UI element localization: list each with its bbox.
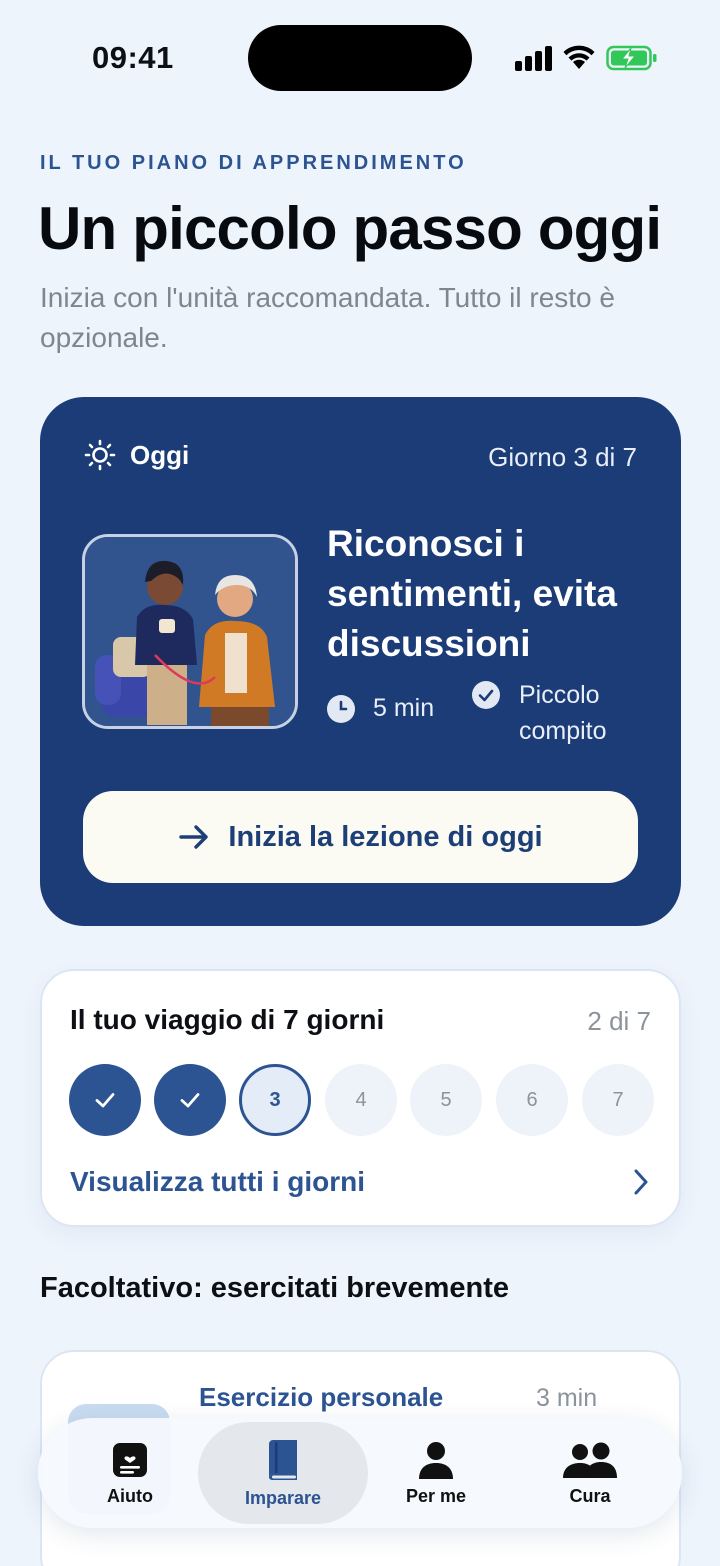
lesson-illustration: [82, 534, 298, 729]
day-2-done[interactable]: [154, 1064, 226, 1136]
tab-label: Cura: [569, 1485, 611, 1506]
journey-card: Il tuo viaggio di 7 giorni 2 di 7 3 4 5 …: [40, 969, 681, 1227]
page-subtitle: Inizia con l'unità raccomandata. Tutto i…: [40, 282, 615, 353]
sun-icon: [84, 439, 116, 471]
help-card-icon: [113, 1442, 147, 1477]
practice-title: Esercizio personale: [199, 1382, 444, 1412]
clock-icon: [327, 694, 355, 723]
lesson-title: Riconosci i sentimenti, evita discussion…: [327, 523, 617, 664]
view-all-days-link[interactable]: Visualizza tutti i giorni: [70, 1166, 365, 1198]
optional-section-title: Facoltativo: esercitati brevemente: [40, 1272, 510, 1304]
people-icon: [563, 1442, 617, 1478]
battery-charging-icon: [606, 45, 657, 71]
today-header: Oggi: [84, 439, 189, 471]
day-3-current[interactable]: 3: [239, 1064, 311, 1136]
arrow-right-icon: [179, 825, 209, 849]
cellular-signal-icon: [515, 44, 553, 71]
lesson-duration: 5 min: [327, 694, 434, 723]
dynamic-island: [248, 25, 472, 91]
wifi-icon: [563, 45, 595, 69]
start-lesson-button[interactable]: Inizia la lezione di oggi: [83, 791, 638, 883]
tab-per-me[interactable]: Per me: [374, 1418, 498, 1528]
tab-aiuto[interactable]: Aiuto: [68, 1418, 192, 1528]
task-label: Piccolo compito: [519, 681, 607, 745]
check-circle-icon: [472, 681, 500, 709]
tab-bar: Aiuto Imparare Per me Cura: [38, 1418, 682, 1528]
duration-label: 5 min: [373, 694, 435, 722]
book-icon: [269, 1439, 297, 1480]
status-time: 09:41: [92, 40, 174, 75]
start-lesson-label: Inizia la lezione di oggi: [228, 820, 543, 853]
check-icon: [180, 1093, 200, 1108]
day-7[interactable]: 7: [582, 1064, 654, 1136]
day-1-done[interactable]: [69, 1064, 141, 1136]
day-6[interactable]: 6: [496, 1064, 568, 1136]
journey-progress-count: 2 di 7: [587, 1006, 651, 1036]
page-title: Un piccolo passo oggi: [38, 195, 662, 262]
tab-imparare[interactable]: Imparare: [221, 1418, 345, 1528]
journey-title: Il tuo viaggio di 7 giorni: [70, 1004, 385, 1035]
lesson-task: Piccolo compito: [472, 677, 629, 749]
check-icon: [95, 1093, 115, 1108]
today-label: Oggi: [130, 439, 190, 470]
section-overline: IL TUO PIANO DI APPRENDIMENTO: [40, 152, 467, 174]
person-icon: [419, 1441, 453, 1479]
journey-days: 3 4 5 6 7: [69, 1064, 659, 1138]
day-4[interactable]: 4: [325, 1064, 397, 1136]
status-bar: 09:41: [0, 0, 720, 116]
today-lesson-card[interactable]: Oggi Giorno 3 di 7 Riconosci i sentiment…: [40, 397, 681, 926]
chevron-right-icon[interactable]: [631, 1167, 651, 1197]
tab-label: Per me: [405, 1485, 467, 1506]
tab-label: Imparare: [244, 1487, 322, 1508]
day-5[interactable]: 5: [410, 1064, 482, 1136]
tab-label: Aiuto: [107, 1485, 153, 1506]
day-counter: Giorno 3 di 7: [488, 442, 637, 472]
tab-cura[interactable]: Cura: [528, 1418, 652, 1528]
practice-duration: 3 min: [536, 1384, 598, 1412]
